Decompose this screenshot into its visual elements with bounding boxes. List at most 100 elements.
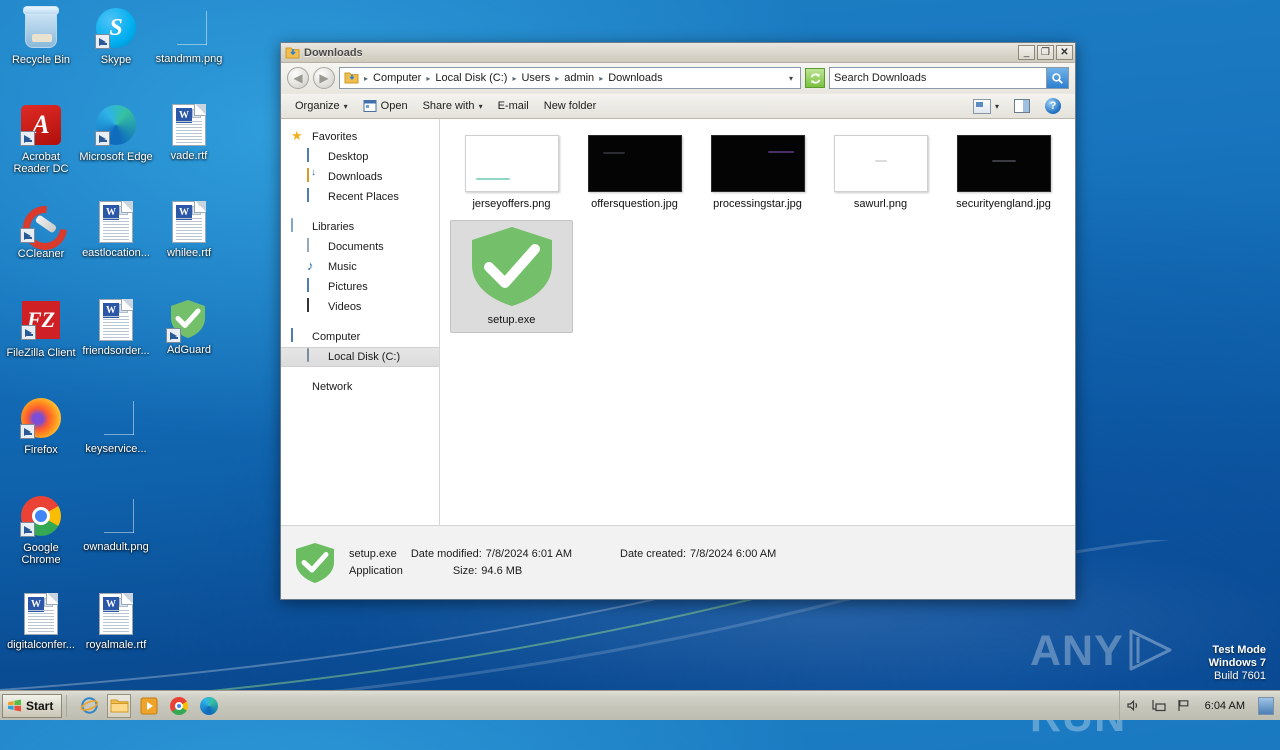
file-item-setup-exe[interactable]: setup.exe bbox=[450, 220, 573, 333]
windows-logo-icon bbox=[7, 698, 22, 713]
change-view-button[interactable]: ▾ bbox=[967, 96, 1005, 117]
shortcut-overlay-icon bbox=[20, 228, 35, 243]
desktop-icon-whilee-rtf[interactable]: W whilee.rtf bbox=[152, 200, 226, 259]
nav-item-desktop[interactable]: Desktop bbox=[281, 147, 439, 167]
desktop-icon-filezilla-client[interactable]: FZ FileZilla Client bbox=[4, 298, 78, 359]
shortcut-overlay-icon bbox=[95, 34, 110, 49]
firefox-icon bbox=[19, 398, 63, 442]
taskbar-edge-icon[interactable] bbox=[197, 694, 221, 718]
network-icon[interactable] bbox=[1151, 698, 1167, 714]
desktop-icon-recycle-bin[interactable]: Recycle Bin bbox=[4, 6, 78, 66]
file-item-jerseyoffers[interactable]: jerseyoffers.png bbox=[450, 131, 573, 216]
desktop-icon bbox=[307, 148, 323, 165]
taskbar-chrome-icon[interactable] bbox=[167, 694, 191, 718]
nav-item-local-disk-c[interactable]: Local Disk (C:) bbox=[281, 347, 439, 367]
desktop-icon-skype[interactable]: S Skype bbox=[79, 6, 153, 66]
desktop-icon-royalmale-rtf[interactable]: W royalmale.rtf bbox=[79, 592, 153, 651]
desktop-icon-firefox[interactable]: Firefox bbox=[4, 396, 78, 456]
taskbar: Start 6:04 AM bbox=[0, 690, 1280, 721]
nav-label: Documents bbox=[328, 241, 384, 253]
nav-item-pictures[interactable]: Pictures bbox=[281, 277, 439, 297]
desktop-icon-ccleaner[interactable]: CCleaner bbox=[4, 200, 78, 260]
refresh-icon[interactable] bbox=[805, 68, 825, 88]
taskbar-media-player-icon[interactable] bbox=[137, 694, 161, 718]
desktop-icon-vade-rtf[interactable]: W vade.rtf bbox=[152, 103, 226, 162]
nav-header-computer[interactable]: Computer bbox=[281, 327, 439, 347]
window-controls: _ ❐ ✕ bbox=[1018, 45, 1073, 60]
email-button[interactable]: E-mail bbox=[492, 97, 535, 115]
breadcrumb[interactable]: ▸ Computer ▸ Local Disk (C:) ▸ Users ▸ a… bbox=[339, 67, 801, 89]
search-icon[interactable] bbox=[1046, 68, 1068, 88]
nav-item-music[interactable]: ♪ Music bbox=[281, 257, 439, 277]
search-input[interactable] bbox=[830, 69, 1046, 87]
breadcrumb-downloads[interactable]: Downloads bbox=[605, 71, 665, 85]
breadcrumb-local-disk[interactable]: Local Disk (C:) bbox=[432, 71, 510, 85]
quick-launch-bar bbox=[77, 693, 221, 718]
navigation-pane[interactable]: ★ Favorites Desktop Downloads Recent Pla… bbox=[281, 119, 440, 525]
taskbar-internet-explorer-icon[interactable] bbox=[77, 694, 101, 718]
nav-header-libraries[interactable]: Libraries bbox=[281, 217, 439, 237]
maximize-button[interactable]: ❐ bbox=[1037, 45, 1054, 60]
back-arrow-icon[interactable]: ◀ bbox=[287, 67, 309, 89]
nav-label: Network bbox=[312, 381, 353, 393]
file-item-offersquestion[interactable]: offersquestion.jpg bbox=[573, 131, 696, 216]
search-box[interactable] bbox=[829, 67, 1069, 89]
help-button[interactable]: ? bbox=[1039, 95, 1067, 117]
file-item-sawurl[interactable]: sawurl.png bbox=[819, 131, 942, 216]
breadcrumb-admin[interactable]: admin bbox=[561, 71, 597, 85]
forward-arrow-icon[interactable]: ▶ bbox=[313, 67, 335, 89]
desktop-icon-google-chrome[interactable]: Google Chrome bbox=[4, 494, 78, 566]
shortcut-overlay-icon bbox=[20, 424, 35, 439]
desktop-icon-label: Microsoft Edge bbox=[79, 151, 153, 163]
minimize-button[interactable]: _ bbox=[1018, 45, 1035, 60]
nav-item-videos[interactable]: Videos bbox=[281, 297, 439, 317]
desktop-icon-standmm[interactable]: standmm.png bbox=[152, 6, 226, 65]
breadcrumb-computer[interactable]: Computer bbox=[370, 71, 424, 85]
start-button[interactable]: Start bbox=[2, 693, 63, 718]
nav-item-downloads[interactable]: Downloads bbox=[281, 167, 439, 187]
file-item-securityengland[interactable]: securityengland.jpg bbox=[942, 131, 1065, 216]
nav-item-recent-places[interactable]: Recent Places bbox=[281, 187, 439, 207]
filezilla-icon: FZ bbox=[19, 301, 63, 345]
chevron-down-icon[interactable]: ▾ bbox=[784, 74, 798, 83]
volume-icon[interactable] bbox=[1126, 698, 1142, 714]
desktop-icon-digitalconfer[interactable]: W digitalconfer... bbox=[4, 592, 78, 651]
new-folder-label: New folder bbox=[543, 100, 597, 112]
skype-icon: S bbox=[94, 8, 138, 52]
nav-header-network[interactable]: Network bbox=[281, 377, 439, 397]
computer-icon bbox=[291, 328, 307, 345]
window-titlebar[interactable]: Downloads _ ❐ ✕ bbox=[281, 43, 1075, 63]
organize-button[interactable]: Organize ▾ bbox=[289, 97, 354, 115]
chevron-down-icon: ▾ bbox=[478, 101, 483, 111]
recycle-bin-icon bbox=[19, 6, 63, 52]
desktop-icon-microsoft-edge[interactable]: Microsoft Edge bbox=[79, 103, 153, 163]
nav-header-favorites[interactable]: ★ Favorites bbox=[281, 127, 439, 147]
details-pane: setup.exe Application Date modified: 7/8… bbox=[281, 525, 1075, 599]
desktop-icon-friendsorder[interactable]: W friendsorder... bbox=[79, 298, 153, 357]
show-desktop-icon[interactable] bbox=[1258, 696, 1274, 715]
desktop-icon-adguard[interactable]: AdGuard bbox=[152, 298, 226, 356]
file-list-pane[interactable]: jerseyoffers.png offersquestion.jpg proc… bbox=[440, 119, 1075, 525]
nav-item-documents[interactable]: Documents bbox=[281, 237, 439, 257]
close-button[interactable]: ✕ bbox=[1056, 45, 1073, 60]
action-center-flag-icon[interactable] bbox=[1176, 698, 1192, 714]
nav-label: Desktop bbox=[328, 151, 369, 163]
desktop-icon-eastlocation[interactable]: W eastlocation... bbox=[79, 200, 153, 259]
details-file-name: setup.exe bbox=[349, 547, 397, 560]
desktop-icon-acrobat-reader[interactable]: A Acrobat Reader DC bbox=[4, 103, 78, 175]
new-folder-button[interactable]: New folder bbox=[538, 97, 603, 115]
preview-pane-button[interactable] bbox=[1008, 96, 1036, 116]
preview-pane-icon bbox=[1014, 99, 1030, 113]
taskbar-windows-explorer-icon[interactable] bbox=[107, 693, 132, 718]
desktop-icon-label: AdGuard bbox=[166, 344, 212, 356]
desktop-icon-ownadult[interactable]: ownadult.png bbox=[79, 494, 153, 553]
share-with-button[interactable]: Share with ▾ bbox=[417, 97, 489, 115]
taskbar-clock[interactable]: 6:04 AM bbox=[1201, 700, 1249, 712]
breadcrumb-users[interactable]: Users bbox=[518, 71, 553, 85]
file-item-processingstar[interactable]: processingstar.jpg bbox=[696, 131, 819, 216]
shortcut-overlay-icon bbox=[95, 131, 110, 146]
details-date-created-value: 7/8/2024 6:00 AM bbox=[690, 547, 777, 560]
desktop-icon-keyservice[interactable]: keyservice... bbox=[79, 396, 153, 455]
chevron-down-icon: ▾ bbox=[994, 101, 999, 111]
open-button[interactable]: Open bbox=[357, 96, 414, 116]
